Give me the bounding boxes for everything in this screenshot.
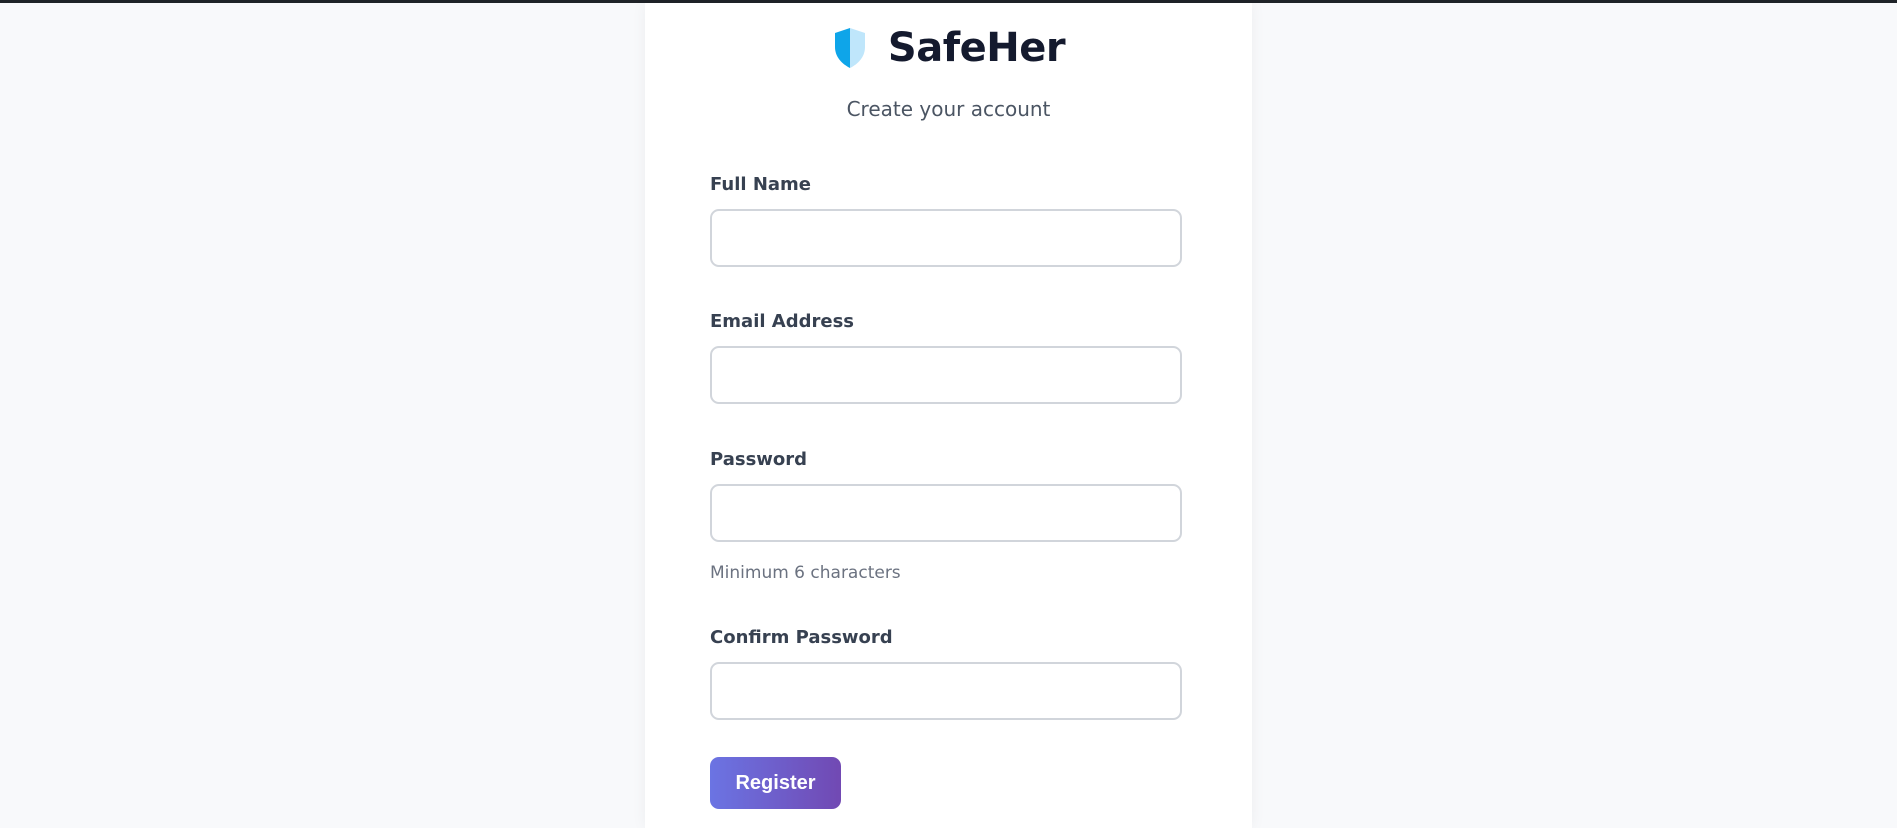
full-name-label: Full Name [710, 174, 811, 195]
page-subtitle: Create your account [846, 97, 1051, 121]
password-input[interactable] [710, 484, 1182, 542]
brand-name: SafeHer [887, 25, 1066, 71]
password-label: Password [710, 449, 808, 470]
full-name-input[interactable] [710, 209, 1182, 267]
shield-icon [834, 28, 865, 68]
brand: SafeHer [645, 25, 1252, 71]
email-input[interactable] [710, 346, 1182, 404]
confirm-password-label: Confirm Password [710, 627, 893, 648]
password-hint: Minimum 6 characters [710, 563, 901, 583]
register-card: SafeHer Create your account Full Name Em… [645, 3, 1252, 828]
email-label: Email Address [710, 311, 855, 332]
confirm-password-input[interactable] [710, 662, 1182, 720]
register-button[interactable]: Register [710, 757, 841, 809]
